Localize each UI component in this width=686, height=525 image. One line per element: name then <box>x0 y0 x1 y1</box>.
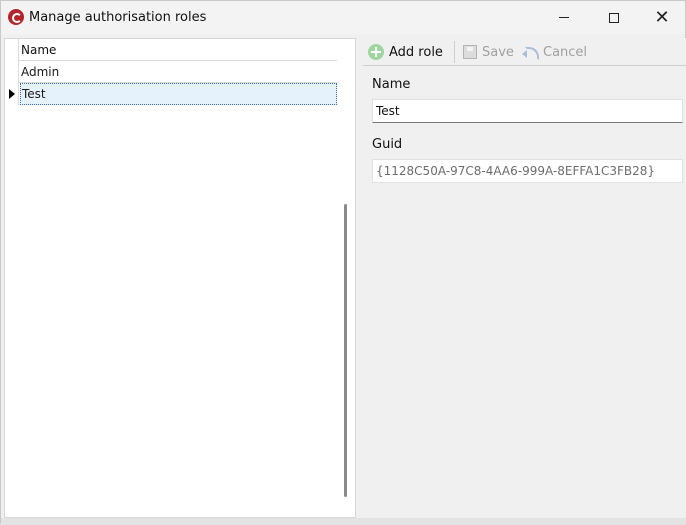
cancel-button[interactable]: Cancel <box>522 42 587 62</box>
add-role-button[interactable]: Add role <box>368 42 443 62</box>
minimize-icon <box>559 17 569 18</box>
save-icon <box>463 45 477 59</box>
guid-field[interactable]: {1128C50A-97C8-4AA6-999A-8EFFA1C3FB28} <box>372 159 683 183</box>
save-label: Save <box>482 44 514 60</box>
name-label: Name <box>372 77 411 92</box>
grid-cell-name[interactable]: Admin <box>20 61 337 83</box>
title-bar: Manage authorisation roles ✕ <box>1 1 685 34</box>
table-row[interactable]: Admin <box>5 61 337 83</box>
grid-header-row: Name <box>5 39 337 61</box>
maximize-icon <box>609 12 619 23</box>
name-field[interactable]: Test <box>372 99 683 123</box>
roles-grid: Name Admin Test <box>5 39 337 105</box>
minimize-button[interactable] <box>541 1 587 34</box>
undo-icon <box>522 46 539 60</box>
add-role-label: Add role <box>389 44 443 60</box>
add-icon <box>368 44 384 60</box>
row-header <box>5 39 19 61</box>
close-button[interactable]: ✕ <box>639 1 685 34</box>
roles-grid-panel: Name Admin Test <box>4 38 356 518</box>
close-icon: ✕ <box>654 6 670 28</box>
table-row-selected[interactable]: Test <box>5 83 337 105</box>
toolbar: Add role Save Cancel <box>363 38 686 66</box>
current-row-arrow-icon <box>9 89 15 99</box>
maximize-button[interactable] <box>591 1 637 34</box>
cancel-label: Cancel <box>543 44 588 60</box>
vertical-scrollbar[interactable] <box>339 39 355 517</box>
column-header-name[interactable]: Name <box>20 39 337 61</box>
window: Manage authorisation roles ✕ Name Admin … <box>0 0 686 525</box>
row-header[interactable] <box>5 61 19 83</box>
role-detail-panel: Add role Save Cancel Name Test Guid {112… <box>363 38 686 518</box>
guid-label: Guid <box>372 137 403 152</box>
toolbar-separator <box>454 41 455 63</box>
app-icon <box>8 9 24 25</box>
save-button[interactable]: Save <box>463 42 514 62</box>
window-title: Manage authorisation roles <box>29 10 207 25</box>
grid-cell-name[interactable]: Test <box>20 83 337 105</box>
row-header[interactable] <box>5 83 19 105</box>
scrollbar-thumb[interactable] <box>344 204 347 497</box>
